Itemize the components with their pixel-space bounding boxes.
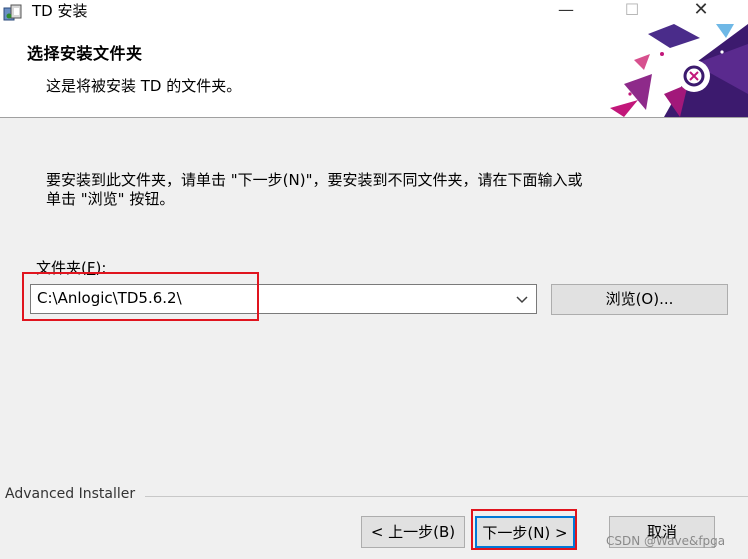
chevron-down-icon[interactable] (514, 291, 530, 307)
instructions-line-1: 要安装到此文件夹，请单击 "下一步(N)"，要安装到不同文件夹，请在下面输入或 (46, 171, 583, 189)
back-button[interactable]: < 上一步(B) (361, 516, 465, 548)
window-title: TD 安装 (32, 2, 88, 20)
footer-divider (145, 496, 748, 497)
installer-app-icon (3, 4, 22, 21)
page-title: 选择安装文件夹 (27, 44, 143, 63)
instructions-text: 要安装到此文件夹，请单击 "下一步(N)"，要安装到不同文件夹，请在下面输入或 … (46, 171, 706, 209)
minimize-button[interactable]: — (543, 0, 589, 22)
maximize-button[interactable]: ☐ (609, 0, 655, 22)
page-subtitle: 这是将被安装 TD 的文件夹。 (46, 77, 242, 95)
footer-brand-label: Advanced Installer (5, 486, 136, 502)
header-banner: 选择安装文件夹 这是将被安装 TD 的文件夹。 (0, 24, 748, 118)
close-button[interactable]: ✕ (678, 0, 724, 22)
title-bar: TD 安装 — ☐ ✕ (0, 0, 748, 24)
next-button-highlight (471, 509, 577, 550)
instructions-line-2: 单击 "浏览" 按钮。 (46, 190, 175, 208)
browse-button[interactable]: 浏览(O)... (551, 284, 728, 315)
folder-path-highlight (22, 272, 259, 321)
installer-logo-graphic (610, 24, 748, 117)
csdn-watermark: CSDN @Wave&fpga (606, 534, 726, 548)
